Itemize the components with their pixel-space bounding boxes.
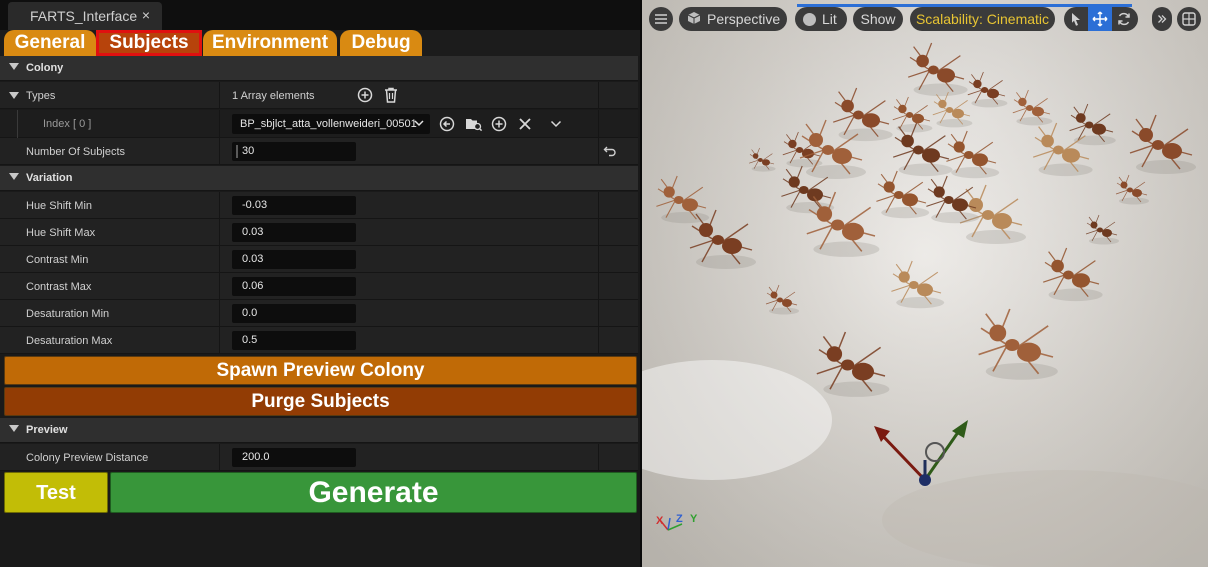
document-tab-bar: FARTS_Interface × [0, 0, 640, 30]
property-label: Number Of Subjects [26, 146, 126, 158]
expand-toolbar-chevron-icon[interactable] [1152, 7, 1172, 31]
hue-shift-max-field[interactable]: 0.03 [232, 223, 356, 242]
desaturation-max-field[interactable]: 0.5 [232, 331, 356, 350]
cube-icon [687, 11, 701, 28]
axis-x-label: X [656, 515, 664, 527]
document-tab-title: FARTS_Interface [30, 8, 138, 24]
clear-x-icon[interactable] [518, 117, 532, 134]
tab-environment[interactable]: Environment [203, 30, 337, 56]
slider-handle[interactable] [236, 145, 238, 158]
section-label: Colony [26, 62, 64, 74]
perspective-menu[interactable]: Perspective [679, 7, 787, 31]
property-row-types: Types 1 Array elements [0, 82, 638, 109]
tab-general[interactable]: General [4, 30, 96, 56]
scalability-label: Scalability: Cinematic [915, 11, 1050, 27]
class-picker-dropdown[interactable]: BP_sbjlct_atta_vollenweideri_00501 [232, 114, 430, 134]
property-label: Contrast Min [26, 254, 89, 266]
chevron-down-icon [414, 117, 424, 132]
collapse-triangle-icon[interactable] [9, 425, 19, 432]
transform-gizmo[interactable] [868, 416, 978, 496]
close-icon[interactable]: × [142, 7, 150, 23]
level-viewport[interactable]: Perspective Lit Show Scalability: Cinema… [642, 0, 1208, 567]
property-row-contrast-min: Contrast Min 0.03 [0, 246, 638, 273]
section-colony[interactable]: Colony [0, 56, 638, 81]
colony-preview-distance-field[interactable]: 200.0 [232, 448, 356, 467]
chevron-down-icon[interactable] [550, 119, 562, 132]
transform-tool-group [1064, 7, 1138, 31]
document-tab[interactable]: FARTS_Interface × [8, 2, 162, 30]
property-label: Desaturation Max [26, 335, 113, 347]
translate-move-icon[interactable] [1088, 7, 1112, 31]
show-label: Show [860, 11, 896, 27]
property-row-hue-shift-min: Hue Shift Min -0.03 [0, 192, 638, 219]
purge-subjects-button[interactable]: Purge Subjects [4, 387, 637, 416]
property-label: Contrast Max [26, 281, 92, 293]
contrast-min-field[interactable]: 0.03 [232, 250, 356, 269]
desaturation-min-field[interactable]: 0.0 [232, 304, 356, 323]
axis-z-label: Z [676, 513, 683, 525]
index-label: Index [ 0 ] [43, 118, 92, 130]
show-menu[interactable]: Show [853, 7, 903, 31]
lit-view-mode-menu[interactable]: Lit [795, 7, 847, 31]
property-row-number-of-subjects: Number Of Subjects 30 [0, 138, 638, 165]
class-picker-value: BP_sbjlct_atta_vollenweideri_00501 [240, 118, 417, 130]
lit-label: Lit [822, 11, 837, 27]
tab-debug[interactable]: Debug [340, 30, 422, 56]
add-circle-icon[interactable] [491, 116, 507, 135]
property-row-desaturation-max: Desaturation Max 0.5 [0, 327, 638, 354]
scalability-menu[interactable]: Scalability: Cinematic [910, 7, 1055, 31]
tab-subjects[interactable]: Subjects [96, 30, 202, 56]
generate-button[interactable]: Generate [110, 472, 637, 513]
rotate-icon[interactable] [1112, 7, 1136, 31]
property-row-hue-shift-max: Hue Shift Max 0.03 [0, 219, 638, 246]
browse-folder-icon[interactable] [465, 116, 483, 135]
spawn-preview-colony-button[interactable]: Spawn Preview Colony [4, 356, 637, 385]
property-label: Hue Shift Max [26, 227, 96, 239]
axis-indicator: X Z Y [654, 512, 704, 536]
section-variation[interactable]: Variation [0, 166, 638, 191]
reset-arrow-icon[interactable] [603, 145, 617, 160]
details-panel: FARTS_Interface × General Subjects Envir… [0, 0, 640, 567]
viewport-layout-icon[interactable] [1177, 7, 1201, 31]
trash-icon[interactable] [384, 87, 398, 106]
collapse-triangle-icon[interactable] [9, 63, 19, 70]
section-label: Preview [26, 424, 68, 436]
number-of-subjects-field[interactable]: 30 [232, 142, 356, 161]
section-preview[interactable]: Preview [0, 418, 638, 443]
select-cursor-icon[interactable] [1064, 7, 1088, 31]
hamburger-menu-icon[interactable] [649, 7, 673, 31]
array-count: 1 Array elements [232, 90, 315, 102]
axis-y-label: Y [690, 513, 698, 525]
category-tab-bar: General Subjects Environment Debug [0, 30, 640, 56]
contrast-max-field[interactable]: 0.06 [232, 277, 356, 296]
property-label: Hue Shift Min [26, 200, 93, 212]
section-label: Variation [26, 172, 73, 184]
perspective-label: Perspective [707, 11, 781, 27]
browse-back-arrow-icon[interactable] [439, 116, 455, 135]
property-label: Colony Preview Distance [26, 452, 149, 464]
property-label: Desaturation Min [26, 308, 110, 320]
property-row-colony-preview-distance: Colony Preview Distance 200.0 [0, 444, 638, 471]
property-row-index-0: Index [ 0 ] BP_sbjlct_atta_vollenweideri… [0, 110, 638, 138]
property-label: Types [26, 90, 56, 102]
add-element-icon[interactable] [357, 87, 373, 106]
property-row-contrast-max: Contrast Max 0.06 [0, 273, 638, 300]
property-row-desaturation-min: Desaturation Min 0.0 [0, 300, 638, 327]
collapse-triangle-icon[interactable] [9, 173, 19, 180]
number-of-subjects-value: 30 [242, 145, 255, 157]
test-button[interactable]: Test [4, 472, 108, 513]
sphere-icon [803, 12, 816, 26]
hue-shift-min-field[interactable]: -0.03 [232, 196, 356, 215]
expand-triangle-icon[interactable] [9, 92, 19, 99]
